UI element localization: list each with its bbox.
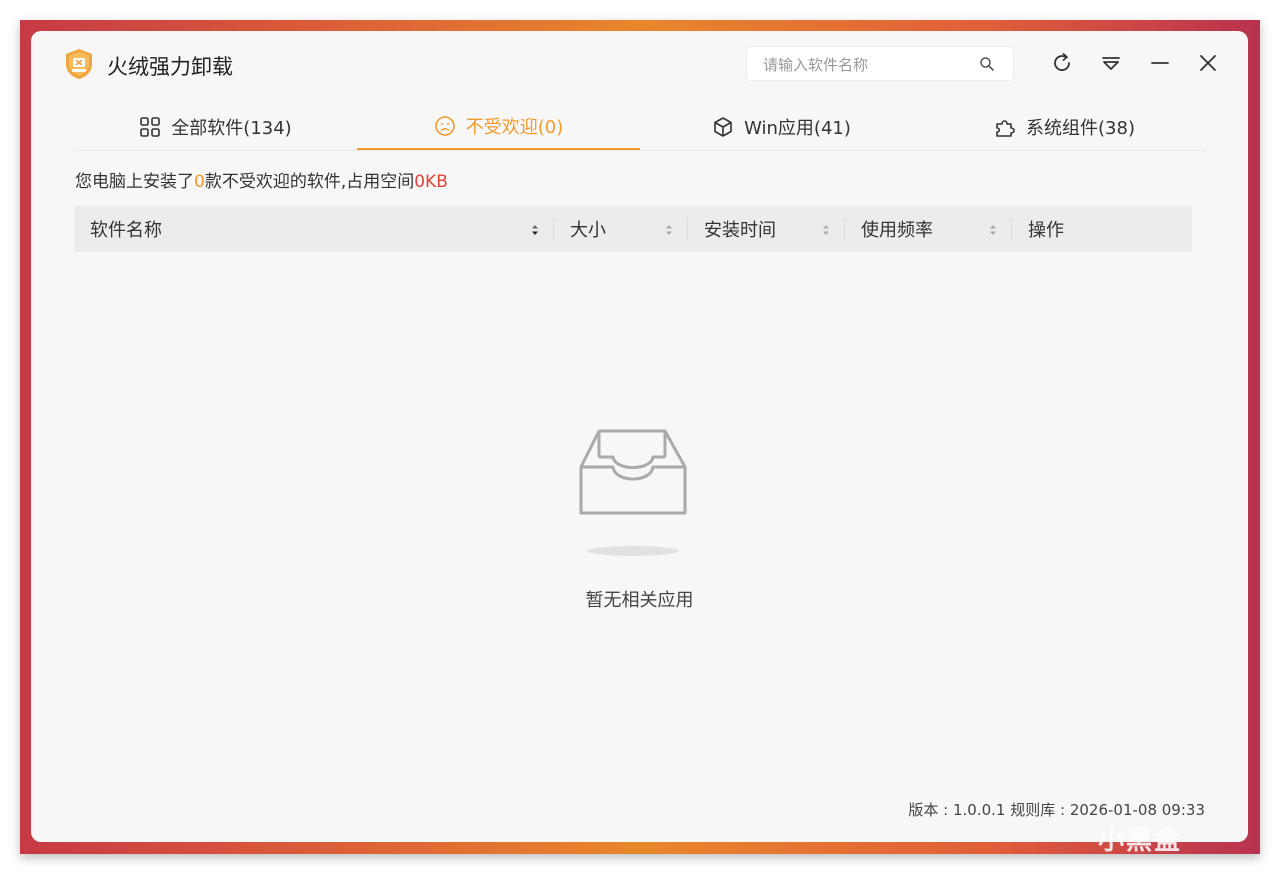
tab-all-software[interactable]: 全部软件(134) (74, 103, 357, 150)
search-box[interactable] (746, 46, 1014, 81)
sort-icon[interactable] (530, 223, 540, 237)
tab-win-apps[interactable]: Win应用(41) (640, 103, 923, 150)
menu-dropdown-icon[interactable] (1099, 51, 1123, 75)
minimize-icon[interactable] (1148, 51, 1172, 75)
empty-state-text: 暂无相关应用 (585, 590, 694, 611)
column-size[interactable]: 大小 (554, 206, 688, 252)
unpopular-count: 0 (194, 172, 205, 192)
summary-text: 您电脑上安装了0款不受欢迎的软件,占用空间0KB (75, 167, 448, 192)
column-actions: 操作 (1012, 206, 1192, 252)
tab-label: 系统组件(38) (1026, 117, 1135, 139)
tab-label: 不受欢迎(0) (465, 116, 564, 138)
watermark: 小黑盒 (1098, 826, 1183, 856)
column-label: 大小 (570, 220, 606, 241)
table-header: 软件名称 大小 安装时间 使用频率 操作 (74, 206, 1192, 252)
empty-inbox-icon (579, 429, 687, 556)
column-usage-frequency[interactable]: 使用频率 (845, 206, 1012, 252)
column-label: 安装时间 (704, 220, 776, 241)
search-icon[interactable] (979, 56, 995, 72)
version-info: 版本 : 1.0.0.1 规则库 : 2026-01-08 09:33 (908, 801, 1205, 819)
grid-icon (140, 116, 161, 137)
search-input[interactable] (761, 53, 975, 77)
occupied-size: 0KB (414, 172, 448, 192)
sort-icon[interactable] (988, 223, 998, 237)
column-software-name[interactable]: 软件名称 (74, 206, 554, 252)
close-icon[interactable] (1196, 51, 1220, 75)
summary-prefix: 您电脑上安装了 (75, 172, 194, 192)
sort-icon[interactable] (664, 223, 674, 237)
tab-label: Win应用(41) (744, 117, 851, 139)
refresh-icon[interactable] (1050, 51, 1074, 75)
column-install-time[interactable]: 安装时间 (688, 206, 845, 252)
tab-bar: 全部软件(134) 不受欢迎(0) Win应用(41) 系统组件(38) (74, 103, 1206, 151)
title-bar: 火绒强力卸载 (31, 31, 1248, 101)
tab-label: 全部软件(134) (171, 117, 292, 139)
cube-icon (714, 116, 732, 137)
sort-icon[interactable] (821, 223, 831, 237)
puzzle-icon (996, 119, 1015, 137)
tab-system-components[interactable]: 系统组件(38) (923, 103, 1206, 150)
column-label: 操作 (1028, 220, 1064, 241)
summary-middle: 款不受欢迎的软件,占用空间 (204, 172, 415, 192)
frown-icon (434, 115, 455, 136)
tab-unpopular[interactable]: 不受欢迎(0) (357, 103, 640, 150)
app-window: 火绒强力卸载 请输入软件名称 全部软件(134) 不受欢迎(0) Win应用(4… (31, 31, 1248, 842)
app-title: 火绒强力卸载 (107, 55, 233, 79)
app-logo-icon (66, 49, 92, 79)
column-label: 使用频率 (861, 220, 933, 241)
column-label: 软件名称 (90, 220, 162, 241)
